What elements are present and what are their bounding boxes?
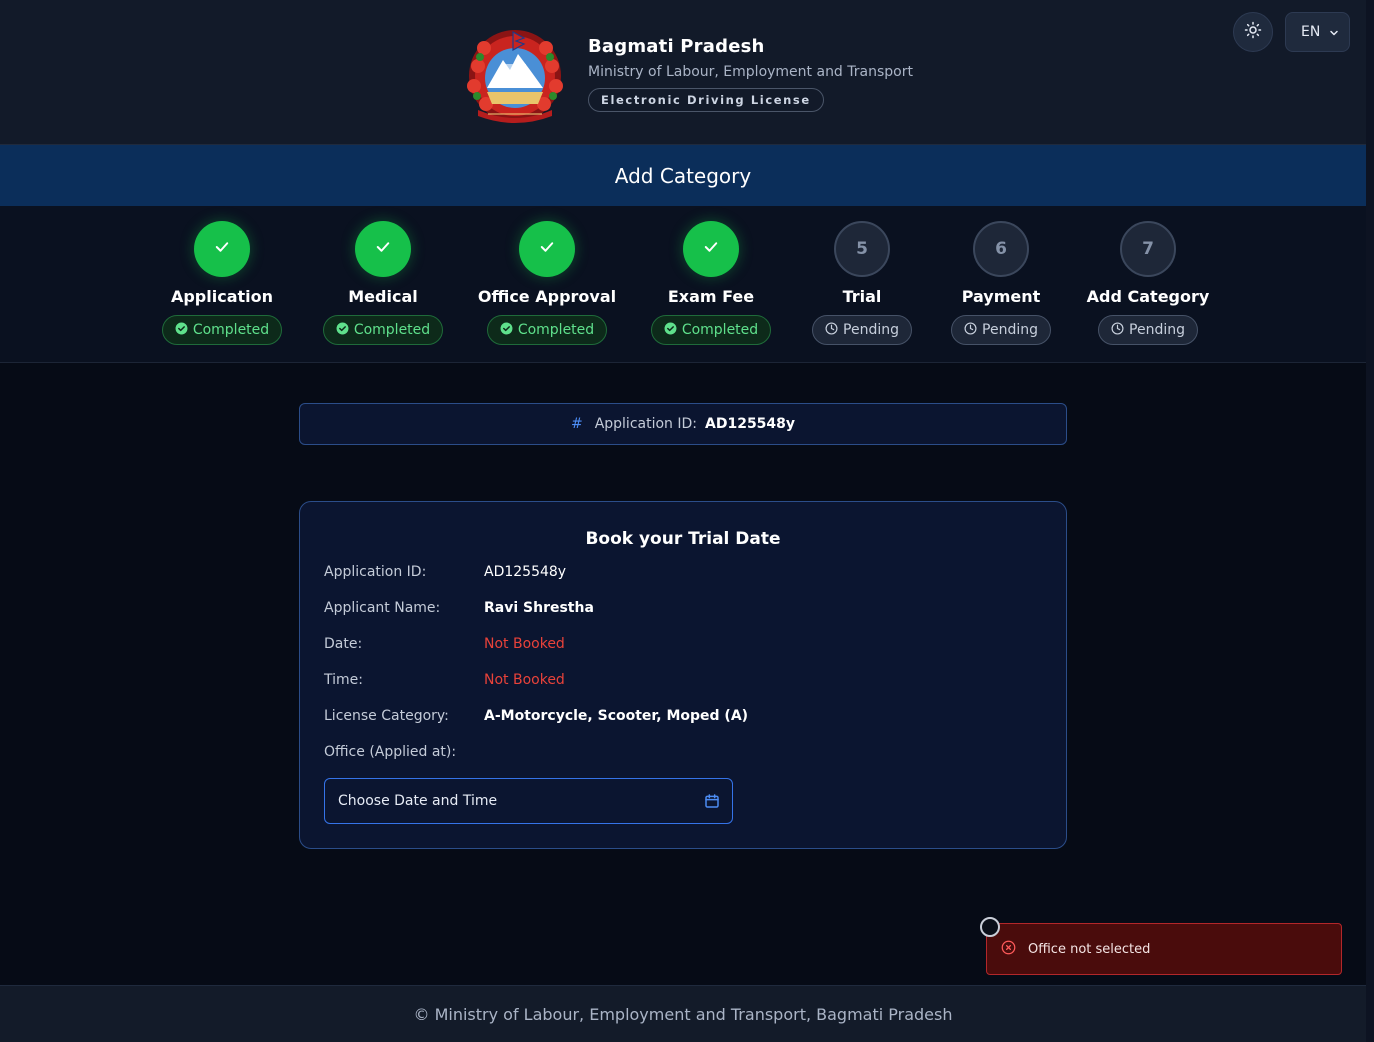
brand-subtitle: Ministry of Labour, Employment and Trans… bbox=[588, 64, 913, 80]
check-circle-icon bbox=[664, 322, 677, 339]
step-status-text: Pending bbox=[843, 322, 899, 338]
detail-value: AD125548y bbox=[484, 564, 567, 580]
clock-icon bbox=[825, 321, 838, 339]
detail-label: Time: bbox=[324, 672, 363, 688]
step-application[interactable]: Application Completed bbox=[152, 221, 292, 345]
step-label: Medical bbox=[348, 287, 418, 306]
date-time-picker[interactable]: Choose Date and Time bbox=[324, 778, 733, 824]
step-status-text: Completed bbox=[192, 322, 270, 338]
step-status-text: Pending bbox=[982, 322, 1038, 338]
header: Bagmati Pradesh Ministry of Labour, Empl… bbox=[0, 0, 1366, 145]
step-label: Trial bbox=[842, 287, 882, 306]
step-status-badge: Pending bbox=[951, 315, 1051, 345]
step-status-badge: Pending bbox=[812, 315, 912, 345]
date-time-placeholder: Choose Date and Time bbox=[338, 793, 498, 809]
step-status-text: Completed bbox=[353, 322, 431, 338]
section-title: Add Category bbox=[614, 163, 752, 188]
step-number-circle: 7 bbox=[1120, 221, 1176, 277]
error-toast[interactable]: Office not selected bbox=[986, 923, 1342, 975]
trial-booking-card: Book your Trial Date Application ID: AD1… bbox=[299, 501, 1067, 849]
footer: © Ministry of Labour, Employment and Tra… bbox=[0, 985, 1366, 1042]
check-icon bbox=[213, 238, 231, 260]
scrollbar[interactable] bbox=[1366, 0, 1374, 1042]
hash-icon: # bbox=[570, 416, 583, 432]
step-status-text: Completed bbox=[681, 322, 759, 338]
chevron-down-icon bbox=[1328, 27, 1340, 43]
theme-toggle-button[interactable] bbox=[1233, 12, 1273, 52]
step-status-badge: Pending bbox=[1098, 315, 1198, 345]
step-status-badge: Completed bbox=[322, 315, 444, 345]
step-label: Office Approval bbox=[477, 287, 617, 306]
language-select[interactable]: EN bbox=[1285, 12, 1350, 52]
step-exam-fee[interactable]: Exam Fee Completed bbox=[641, 221, 781, 345]
page: Bagmati Pradesh Ministry of Labour, Empl… bbox=[0, 0, 1366, 1042]
step-status-badge: Completed bbox=[650, 315, 772, 345]
step-check-circle bbox=[519, 221, 575, 277]
step-check-circle bbox=[355, 221, 411, 277]
detail-value: Ravi Shrestha bbox=[484, 600, 594, 616]
progress-stepper: Application Completed Medical Completed … bbox=[0, 206, 1366, 363]
detail-label: License Category: bbox=[324, 708, 449, 724]
detail-label: Application ID: bbox=[324, 564, 427, 580]
application-id-banner: # Application ID: AD125548y bbox=[299, 403, 1067, 445]
application-id-label: Application ID: bbox=[594, 416, 697, 432]
step-medical[interactable]: Medical Completed bbox=[313, 221, 453, 345]
step-label: Payment bbox=[961, 287, 1041, 306]
application-id-value: AD125548y bbox=[705, 416, 796, 432]
sun-icon bbox=[1244, 21, 1262, 43]
calendar-icon[interactable] bbox=[704, 793, 720, 813]
toast-close-button[interactable] bbox=[980, 917, 1000, 937]
step-check-circle bbox=[683, 221, 739, 277]
step-status-badge: Completed bbox=[161, 315, 283, 345]
detail-label: Applicant Name: bbox=[324, 600, 441, 616]
product-badge: Electronic Driving License bbox=[588, 88, 824, 112]
step-check-circle bbox=[194, 221, 250, 277]
step-trial[interactable]: 5 Trial Pending bbox=[792, 221, 932, 345]
section-bar: Add Category bbox=[0, 145, 1366, 206]
check-circle-icon bbox=[500, 322, 513, 339]
card-title: Book your Trial Date bbox=[585, 529, 781, 549]
clock-icon bbox=[964, 321, 977, 339]
step-status-text: Completed bbox=[517, 322, 595, 338]
toast-message: Office not selected bbox=[1028, 941, 1151, 957]
footer-text: © Ministry of Labour, Employment and Tra… bbox=[413, 1004, 953, 1024]
detail-value: A-Motorcycle, Scooter, Moped (A) bbox=[484, 708, 749, 724]
step-add-category[interactable]: 7 Add Category Pending bbox=[1078, 221, 1218, 345]
nepal-emblem-logo bbox=[458, 26, 572, 124]
detail-label: Office (Applied at): bbox=[324, 744, 457, 760]
detail-value: Not Booked bbox=[484, 636, 565, 652]
step-number-circle: 5 bbox=[834, 221, 890, 277]
step-label: Exam Fee bbox=[667, 287, 755, 306]
step-office-approval[interactable]: Office Approval Completed bbox=[477, 221, 617, 345]
check-icon bbox=[374, 238, 392, 260]
step-status-badge: Completed bbox=[486, 315, 608, 345]
brand-block: Bagmati Pradesh Ministry of Labour, Empl… bbox=[588, 36, 913, 112]
detail-value: Not Booked bbox=[484, 672, 565, 688]
step-status-text: Pending bbox=[1129, 322, 1185, 338]
clock-icon bbox=[1111, 321, 1124, 339]
error-circle-icon bbox=[1001, 940, 1016, 959]
check-circle-icon bbox=[175, 322, 188, 339]
step-number-circle: 6 bbox=[973, 221, 1029, 277]
brand-title: Bagmati Pradesh bbox=[588, 36, 765, 57]
step-payment[interactable]: 6 Payment Pending bbox=[931, 221, 1071, 345]
step-label: Application bbox=[170, 287, 274, 306]
step-label: Add Category bbox=[1086, 287, 1210, 306]
detail-label: Date: bbox=[324, 636, 363, 652]
check-icon bbox=[538, 238, 556, 260]
check-icon bbox=[702, 238, 720, 260]
check-circle-icon bbox=[336, 322, 349, 339]
language-value: EN bbox=[1301, 24, 1321, 40]
